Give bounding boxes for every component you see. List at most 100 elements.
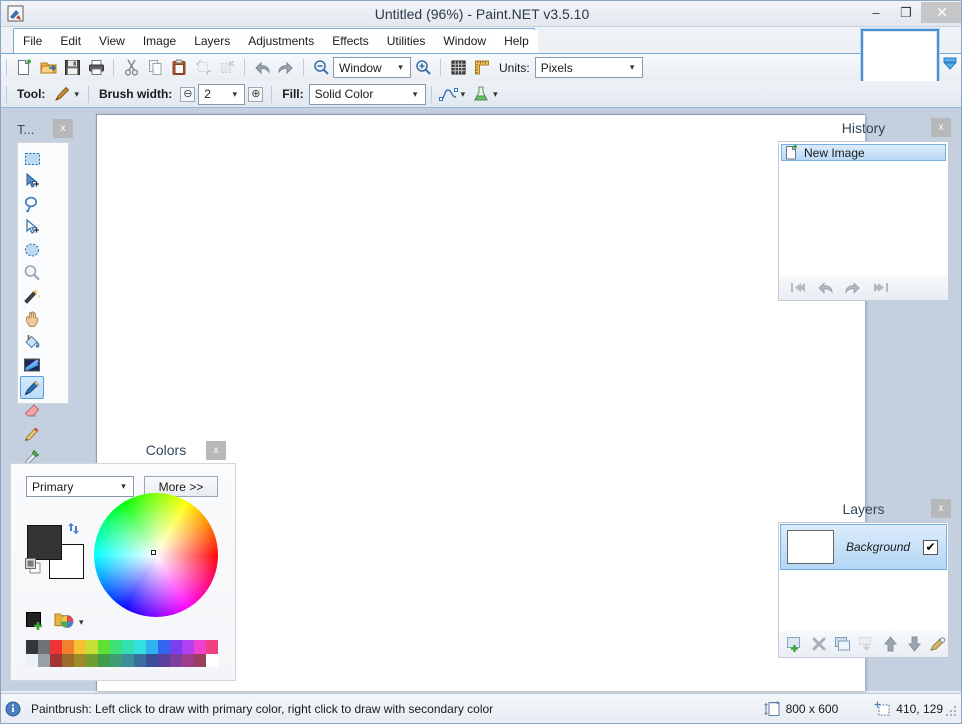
palette-swatch[interactable] <box>50 653 62 667</box>
cut-icon[interactable] <box>120 57 142 79</box>
palette-swatch[interactable] <box>146 640 158 654</box>
brush-width-increase-button[interactable]: ⊕ <box>248 86 264 102</box>
palette-swatch[interactable] <box>74 653 86 667</box>
palette-swatch[interactable] <box>194 640 206 654</box>
move-layer-down-icon[interactable] <box>905 633 923 655</box>
menu-item-view[interactable]: View <box>90 30 134 53</box>
zoom-level-combo[interactable]: Window ▾ <box>333 57 411 78</box>
menu-item-utilities[interactable]: Utilities <box>378 30 435 53</box>
lasso-select-tool[interactable] <box>20 192 44 215</box>
pencil-tool[interactable] <box>20 422 44 445</box>
resize-grip-icon[interactable] <box>946 706 958 718</box>
move-selection-tool[interactable] <box>20 215 44 238</box>
palette-swatch[interactable] <box>206 640 218 654</box>
palette-dropdown-arrow-icon[interactable]: ▾ <box>79 617 84 628</box>
palette-swatch[interactable] <box>146 653 158 667</box>
image-thumbnail-preview[interactable] <box>861 29 939 86</box>
zoom-tool[interactable] <box>20 261 44 284</box>
minimize-button[interactable]: – <box>861 2 891 23</box>
layer-properties-icon[interactable] <box>929 633 947 655</box>
magic-wand-tool[interactable] <box>20 284 44 307</box>
add-new-layer-icon[interactable] <box>786 633 804 655</box>
collapse-toolbar-icon[interactable] <box>943 57 957 71</box>
palette-swatch[interactable] <box>98 640 110 654</box>
undo-icon[interactable] <box>251 57 273 79</box>
color-wheel[interactable] <box>94 493 218 617</box>
palette-swatch[interactable] <box>86 653 98 667</box>
move-layer-up-icon[interactable] <box>881 633 899 655</box>
palette-swatch[interactable] <box>158 653 170 667</box>
palette-swatch[interactable] <box>134 653 146 667</box>
tool-dropdown-arrow-icon[interactable]: ▾ <box>74 89 83 100</box>
palette-swatch[interactable] <box>194 653 206 667</box>
menu-item-edit[interactable]: Edit <box>51 30 90 53</box>
zoom-in-icon[interactable] <box>412 57 434 79</box>
redo-icon[interactable] <box>275 57 297 79</box>
reset-colors-icon[interactable] <box>25 558 43 574</box>
add-color-icon[interactable] <box>26 612 44 630</box>
history-panel-close-button[interactable]: x <box>931 118 951 137</box>
rectangle-select-tool[interactable] <box>20 146 44 169</box>
palette-swatch[interactable] <box>62 640 74 654</box>
blend-mode-flask-icon[interactable] <box>470 83 492 105</box>
menu-item-file[interactable]: File <box>14 30 51 53</box>
ellipse-select-tool[interactable] <box>20 238 44 261</box>
brush-width-combo[interactable]: 2 ▾ <box>198 83 246 105</box>
duplicate-layer-icon[interactable] <box>834 633 852 655</box>
layer-visibility-checkbox[interactable]: ✔ <box>923 539 938 555</box>
units-combo[interactable]: Pixels ▾ <box>534 57 643 78</box>
palette-open-icon[interactable] <box>54 611 74 630</box>
rulers-icon[interactable] <box>471 57 493 79</box>
print-icon[interactable] <box>85 57 107 79</box>
current-tool-icon[interactable] <box>51 83 73 105</box>
swap-colors-icon[interactable] <box>67 522 80 535</box>
close-button[interactable]: ✕ <box>921 2 961 23</box>
history-item[interactable]: New Image <box>781 144 946 161</box>
palette-swatch[interactable] <box>158 640 170 654</box>
move-selected-tool[interactable] <box>20 169 44 192</box>
palette-swatch[interactable] <box>50 640 62 654</box>
menu-item-help[interactable]: Help <box>495 29 538 53</box>
palette-swatch[interactable] <box>206 653 218 667</box>
palette-swatch[interactable] <box>170 653 182 667</box>
antialiasing-dropdown-arrow-icon[interactable]: ▾ <box>461 89 470 100</box>
paintbrush-tool[interactable] <box>20 376 44 399</box>
redo-icon[interactable] <box>842 277 864 299</box>
palette-swatch[interactable] <box>122 640 134 654</box>
layers-panel-close-button[interactable]: x <box>931 499 951 518</box>
pan-tool[interactable] <box>20 307 44 330</box>
palette-swatch[interactable] <box>26 640 38 654</box>
copy-icon[interactable] <box>144 57 166 79</box>
fill-combo[interactable]: Solid Color ▾ <box>308 83 426 105</box>
blend-mode-dropdown-arrow-icon[interactable]: ▾ <box>493 89 498 100</box>
palette-swatch[interactable] <box>182 653 194 667</box>
palette-swatch[interactable] <box>98 653 110 667</box>
palette-swatch[interactable] <box>110 653 122 667</box>
palette-swatch[interactable] <box>38 653 50 667</box>
palette-swatch[interactable] <box>26 653 38 667</box>
palette-swatch[interactable] <box>134 640 146 654</box>
menu-item-window[interactable]: Window <box>434 30 495 53</box>
menu-item-layers[interactable]: Layers <box>185 30 239 53</box>
new-icon[interactable] <box>13 57 35 79</box>
menu-item-image[interactable]: Image <box>134 30 185 53</box>
undo-icon[interactable] <box>814 277 836 299</box>
rewind-to-start-icon[interactable] <box>786 277 808 299</box>
maximize-button[interactable]: ❐ <box>891 2 921 23</box>
menu-item-effects[interactable]: Effects <box>323 30 377 53</box>
palette-swatch[interactable] <box>86 640 98 654</box>
eraser-tool[interactable] <box>20 399 44 422</box>
brush-width-decrease-button[interactable]: ⊖ <box>180 86 196 102</box>
gradient-tool[interactable] <box>20 353 44 376</box>
paste-icon[interactable] <box>168 57 190 79</box>
zoom-out-icon[interactable] <box>310 57 332 79</box>
grid-icon[interactable] <box>447 57 469 79</box>
layer-item[interactable]: Background ✔ <box>780 524 947 570</box>
tools-panel-close-button[interactable]: x <box>53 119 73 138</box>
delete-layer-icon[interactable] <box>810 633 828 655</box>
palette-swatch[interactable] <box>62 653 74 667</box>
palette-swatch[interactable] <box>110 640 122 654</box>
palette-swatch[interactable] <box>182 640 194 654</box>
paint-bucket-tool[interactable] <box>20 330 44 353</box>
color-mode-combo[interactable]: Primary ▾ <box>26 476 134 497</box>
